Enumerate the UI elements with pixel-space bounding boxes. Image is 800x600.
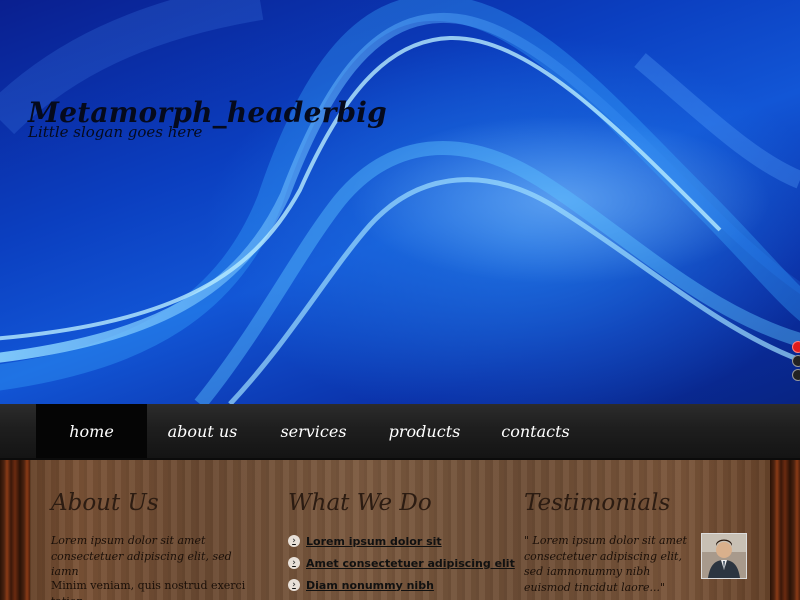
nav-item-products[interactable]: products (369, 404, 480, 458)
header-banner: Metamorph_headerbig Little slogan goes h… (0, 0, 800, 404)
wood-border-left (0, 460, 30, 600)
wood-border-right (770, 460, 800, 600)
about-body-text: Minim veniam, quis nostrud exerci tation (51, 579, 246, 600)
site-slogan: Little slogan goes here (28, 123, 203, 141)
what-we-do-link-label[interactable]: Diam nonummy nibh (306, 579, 434, 592)
arrow-bullet-icon: › (288, 579, 300, 591)
nav-item-contacts[interactable]: contacts (480, 404, 591, 458)
arrow-bullet-icon: › (288, 535, 300, 547)
what-we-do-link-label[interactable]: Amet consectetuer adipiscing elit (306, 557, 515, 570)
person-avatar-icon (702, 534, 746, 578)
what-we-do-link-label[interactable]: Lorem ipsum dolor sit (306, 535, 442, 548)
what-we-do-link-3[interactable]: › Diam nonummy nibh (288, 574, 515, 596)
slider-dot-1[interactable] (792, 341, 800, 353)
what-we-do-link-2[interactable]: › Amet consectetuer adipiscing elit (288, 552, 515, 574)
nav-item-services[interactable]: services (258, 404, 369, 458)
testimonial-avatar (701, 533, 747, 579)
what-we-do-link-1[interactable]: › Lorem ipsum dolor sit (288, 530, 515, 552)
nav-item-about-us[interactable]: about us (147, 404, 258, 458)
content-area: About Us Lorem ipsum dolor sit amet cons… (0, 460, 800, 600)
header-wave-graphic (0, 0, 800, 404)
what-we-do-heading: What We Do (288, 490, 432, 516)
nav-item-home[interactable]: home (36, 404, 147, 458)
testimonials-heading: Testimonials (524, 490, 671, 516)
about-heading: About Us (51, 490, 159, 516)
about-intro-text: Lorem ipsum dolor sit amet consectetuer … (51, 534, 232, 578)
slider-dot-2[interactable] (792, 355, 800, 367)
slider-dot-3[interactable] (792, 369, 800, 381)
arrow-bullet-icon: › (288, 557, 300, 569)
main-navigation: home about us services products contacts (0, 404, 800, 460)
testimonial-quote: " Lorem ipsum dolor sit amet consectetue… (524, 534, 687, 594)
